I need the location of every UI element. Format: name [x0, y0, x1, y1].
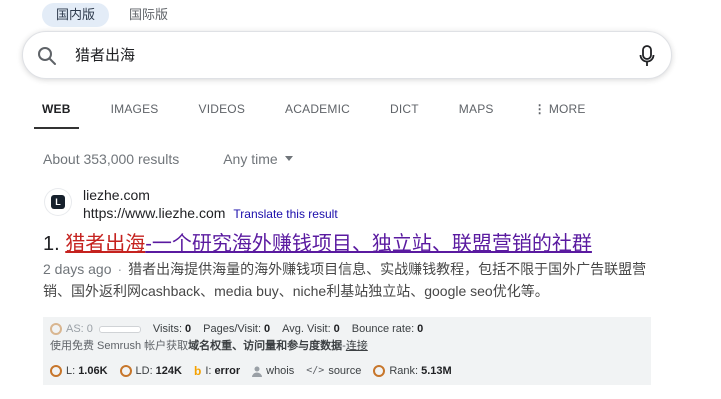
search-tabs: WEB IMAGES VIDEOS ACADEMIC DICT MAPS ⋮ MO… — [34, 101, 618, 131]
visits-value: 0 — [185, 323, 192, 335]
l-label: L: — [66, 365, 76, 377]
as-value: 0 — [86, 323, 93, 335]
result-date: 2 days ago — [43, 261, 112, 277]
semrush-metrics-row: AS: 0 Visits: 0 Pages/Visit: 0 Avg. Visit: 0… — [50, 321, 423, 337]
more-dots-icon: ⋮ — [533, 102, 546, 116]
translate-link[interactable]: Translate this result — [233, 207, 337, 221]
results-info: About 353,000 results Any time — [43, 151, 293, 167]
time-filter[interactable]: Any time — [223, 151, 293, 167]
tab-maps[interactable]: MAPS — [451, 101, 502, 129]
i-value[interactable]: error — [214, 363, 240, 379]
result-title-rest[interactable]: -一个研究海外赚钱项目、独立站、联盟营销的社群 — [145, 233, 592, 255]
region-option-domestic[interactable]: 国内版 — [42, 3, 110, 27]
separator-dot: · — [117, 261, 123, 277]
avg-visit-label: Avg. Visit: — [282, 323, 331, 335]
tab-more-label: MORE — [548, 102, 586, 116]
bounce-rate-label: Bounce rate: — [351, 323, 415, 335]
result-title-highlight[interactable]: 猎者出海 — [65, 233, 145, 255]
tab-videos[interactable]: VIDEOS — [191, 101, 254, 129]
search-box[interactable]: 猎者出海 — [22, 31, 672, 79]
result-title[interactable]: 1. 猎者出海-一个研究海外赚钱项目、独立站、联盟营销的社群 — [43, 231, 592, 257]
search-icon[interactable] — [37, 46, 57, 66]
source-link[interactable]: source — [328, 363, 361, 379]
visits-label: Visits: — [152, 323, 182, 335]
result-number: 1. — [43, 233, 60, 255]
tab-dict[interactable]: DICT — [382, 101, 427, 129]
promo-connect-link[interactable]: 连接 — [346, 338, 368, 354]
result-site-name[interactable]: liezhe.com — [83, 187, 150, 203]
ld-value[interactable]: 124K — [156, 363, 182, 379]
pages-visit-label: Pages/Visit: — [203, 323, 262, 335]
tab-images[interactable]: IMAGES — [103, 101, 167, 129]
tab-academic[interactable]: ACADEMIC — [277, 101, 358, 129]
region-toggle: 国内版 国际版 — [42, 3, 182, 27]
region-option-international[interactable]: 国际版 — [115, 3, 182, 27]
semrush-panel: AS: 0 Visits: 0 Pages/Visit: 0 Avg. Visit: 0… — [43, 317, 651, 385]
links-icon — [50, 365, 62, 377]
ld-label: LD: — [135, 365, 153, 377]
semrush-promo: 使用免费 Semrush 帐户获取 域名权重、访问量和参与度数据 - 连接 — [50, 338, 368, 354]
as-label: AS: — [66, 323, 84, 335]
result-url-line: https://www.liezhe.com Translate this res… — [83, 205, 338, 221]
promo-prefix: 使用免费 Semrush 帐户获取 — [50, 340, 189, 352]
site-favicon[interactable]: L — [45, 189, 71, 215]
result-snippet: 2 days ago · 猎者出海提供海量的海外赚钱项目信息、实战赚钱教程，包括不限… — [43, 258, 655, 302]
l-value[interactable]: 1.06K — [78, 363, 107, 379]
i-label: I: — [205, 365, 212, 377]
time-filter-label: Any time — [223, 151, 278, 167]
bounce-rate-value: 0 — [417, 323, 424, 335]
result-url[interactable]: https://www.liezhe.com — [83, 205, 225, 221]
site-logo-icon: L — [51, 195, 65, 209]
authority-score-icon — [50, 323, 62, 335]
microphone-icon[interactable] — [639, 45, 655, 67]
whois-link[interactable]: whois — [266, 363, 294, 379]
pages-visit-value: 0 — [264, 323, 271, 335]
person-icon — [252, 366, 263, 377]
bing-icon: b — [193, 364, 202, 378]
linking-domains-icon — [119, 365, 132, 377]
caret-down-icon — [284, 156, 293, 161]
semrush-links-row: L: 1.06K LD: 124K b I: error whois </> sour… — [50, 363, 452, 379]
search-input[interactable]: 猎者出海 — [75, 32, 135, 80]
rank-icon — [373, 365, 386, 377]
avg-visit-value: 0 — [333, 323, 340, 335]
code-icon: </> — [306, 365, 325, 376]
tab-web[interactable]: WEB — [34, 101, 79, 129]
result-snippet-text: 猎者出海提供海量的海外赚钱项目信息、实战赚钱教程，包括不限于国外广告联盟营销、国… — [43, 261, 647, 299]
authority-score-bar — [98, 325, 141, 333]
promo-bold: 域名权重、访问量和参与度数据 — [188, 340, 343, 352]
tab-more[interactable]: ⋮ MORE — [526, 101, 594, 129]
results-count: About 353,000 results — [43, 151, 180, 167]
rank-value[interactable]: 5.13M — [421, 363, 452, 379]
rank-label: Rank: — [389, 365, 419, 377]
